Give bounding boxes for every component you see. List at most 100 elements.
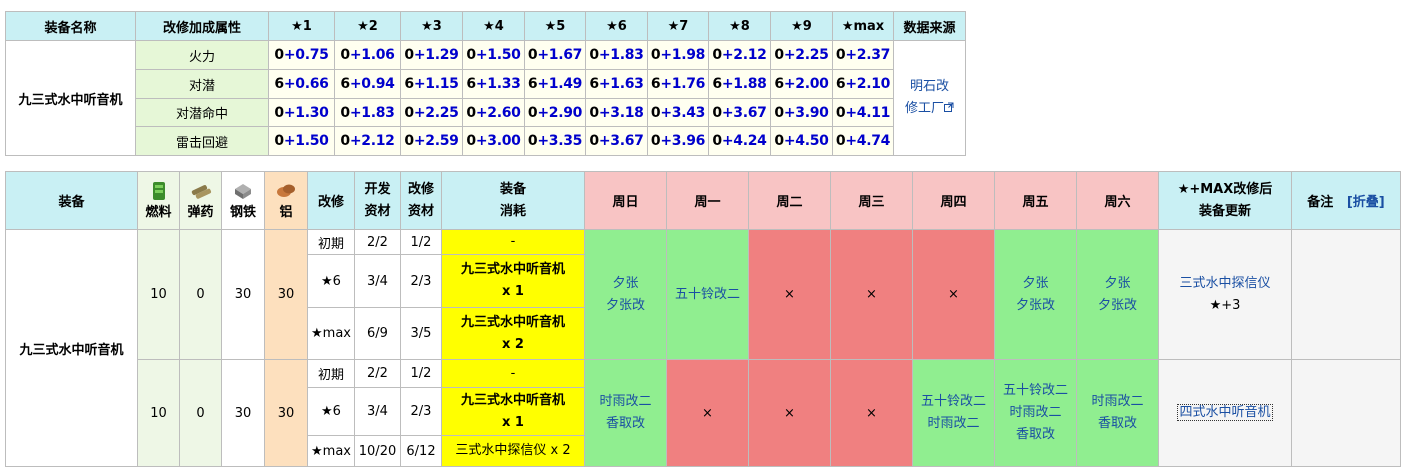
ammo-icon: [181, 181, 221, 201]
bonus-value: 0+3.35: [524, 126, 586, 156]
base-value: 0: [589, 47, 599, 63]
base-value: 0: [527, 104, 538, 121]
equip-consume-line2: x 1: [502, 284, 524, 299]
dev-material: 3/4: [354, 254, 401, 308]
mod-material: 2/3: [400, 387, 442, 436]
bonus-value: 6+0.94: [334, 69, 401, 99]
base-value: 6: [712, 76, 722, 92]
helper-ship[interactable]: 时雨改二: [914, 413, 994, 435]
increment-value: +2.12: [349, 133, 395, 149]
dev-material: 6/9: [354, 307, 401, 360]
recipe-row: 10 0 30 30 初期 2/2 1/2- 时雨改二 香取改 × × × 五十铃改二 时雨改二 五十铃改二…: [6, 359, 1401, 467]
increment-value: +3.96: [660, 133, 706, 149]
equip-consume-line1: -: [510, 365, 516, 381]
bonus-value: 0+1.83: [334, 98, 401, 127]
base-value: 6: [466, 76, 476, 92]
recipe-row: 九三式水中听音机 10 0 30 30 初期 2/2 1/2- 夕张 夕张改 五十铃改二 × × × 夕张夕…: [5, 229, 1401, 467]
mod-material: 1/2: [400, 229, 442, 255]
header-day-thu: 周四: [912, 171, 995, 230]
day-thu-helpers: ×: [912, 229, 995, 360]
day-thu-helpers: 五十铃改二 时雨改二: [912, 359, 995, 467]
base-value: 0: [466, 47, 476, 63]
base-value: 0: [712, 104, 722, 121]
helper-ship[interactable]: 时雨改二: [996, 402, 1076, 424]
attribute-name: 火力: [135, 40, 269, 70]
helper-ship[interactable]: 夕张: [586, 273, 666, 295]
header-mod-material: 改修 资材: [400, 171, 442, 230]
header-star-1: ★1: [268, 11, 335, 41]
bonus-value: 0+1.06: [334, 40, 401, 70]
base-value: 0: [340, 47, 350, 63]
base-value: 0: [650, 133, 661, 149]
bonus-value: 0+4.50: [770, 126, 833, 156]
bonus-value: 0+1.29: [400, 40, 463, 70]
helper-ship[interactable]: 时雨改二: [586, 391, 666, 413]
header-dev-line2: 资材: [364, 203, 391, 219]
bonus-value: 0+1.30: [268, 98, 335, 127]
increment-value: +3.00: [475, 133, 521, 149]
increment-value: +1.50: [475, 47, 521, 63]
helper-ship: ×: [948, 287, 959, 302]
header-alu-label: 铝: [279, 205, 293, 220]
bonus-value: 6+1.15: [400, 69, 463, 99]
base-value: 0: [340, 104, 350, 121]
header-mod-line2: 资材: [407, 203, 434, 219]
increment-value: +4.74: [845, 133, 891, 149]
header-star-9: ★9: [770, 11, 833, 41]
bonus-value: 6+1.63: [585, 69, 648, 99]
bonus-value: 0+2.60: [462, 98, 525, 127]
day-mon-helpers: 五十铃改二: [666, 229, 749, 360]
increment-value: +1.29: [413, 47, 459, 63]
day-mon-helpers: ×: [666, 359, 749, 467]
helper-ship[interactable]: 香取改: [996, 424, 1076, 446]
increment-value: +3.67: [598, 133, 644, 149]
increment-value: +1.06: [349, 47, 395, 63]
header-day-sat: 周六: [1076, 171, 1159, 230]
steel-icon: [223, 181, 264, 201]
bauxite-icon: [266, 181, 307, 201]
helper-ship[interactable]: 夕张改: [586, 295, 666, 317]
header-star-3: ★3: [400, 11, 463, 41]
note-cell: [1291, 229, 1401, 360]
bonus-value: 6+2.10: [832, 69, 894, 99]
dev-material: 10/20: [354, 435, 401, 467]
header-after-line2: 装备更新: [1198, 203, 1251, 219]
header-star-5: ★5: [524, 11, 586, 41]
helper-ship[interactable]: 夕张改: [996, 295, 1076, 317]
collapse-toggle-link[interactable]: [折叠]: [1347, 195, 1385, 210]
helper-ship[interactable]: 五十铃改二: [914, 391, 994, 413]
bonus-value: 0+3.90: [770, 98, 833, 127]
increment-value: +3.90: [783, 104, 829, 121]
base-value: 6: [835, 76, 846, 92]
increment-value: +1.30: [283, 104, 329, 121]
helper-ship[interactable]: 时雨改二: [1078, 391, 1158, 413]
stage-label: ★max: [307, 435, 355, 467]
helper-ship[interactable]: 夕张: [996, 273, 1076, 295]
helper-ship[interactable]: 夕张改: [1078, 295, 1158, 317]
source-link[interactable]: 明石改 修工厂: [893, 40, 966, 156]
helper-ship[interactable]: 五十铃改二: [996, 380, 1076, 402]
increment-value: +3.18: [598, 104, 644, 121]
increment-value: +1.98: [660, 47, 706, 63]
base-value: 0: [466, 133, 476, 149]
base-value: 0: [835, 47, 846, 63]
increment-value: +2.90: [537, 104, 583, 121]
stage-label: 初期: [307, 359, 355, 388]
increment-value: +1.76: [660, 76, 706, 92]
helper-ship[interactable]: 夕张: [1078, 273, 1158, 295]
upgrade-target-link[interactable]: 四式水中听音机: [1177, 404, 1273, 421]
increment-value: +1.67: [537, 47, 583, 63]
upgrade-target-link[interactable]: 三式水中探信仪: [1160, 273, 1291, 295]
header-ammo-label: 弹药: [187, 205, 214, 220]
increment-value: +2.37: [845, 47, 891, 63]
increment-value: +1.83: [598, 47, 644, 63]
increment-value: +1.49: [537, 76, 583, 92]
mod-material: 1/2: [400, 359, 442, 388]
helper-ship[interactable]: 香取改: [1078, 413, 1158, 435]
helper-ship: ×: [866, 287, 877, 302]
helper-ship[interactable]: 香取改: [586, 413, 666, 435]
helper-ship[interactable]: 五十铃改二: [668, 284, 748, 306]
base-value: 0: [712, 133, 722, 149]
increment-value: +1.15: [413, 76, 459, 92]
increment-value: +2.59: [413, 133, 459, 149]
